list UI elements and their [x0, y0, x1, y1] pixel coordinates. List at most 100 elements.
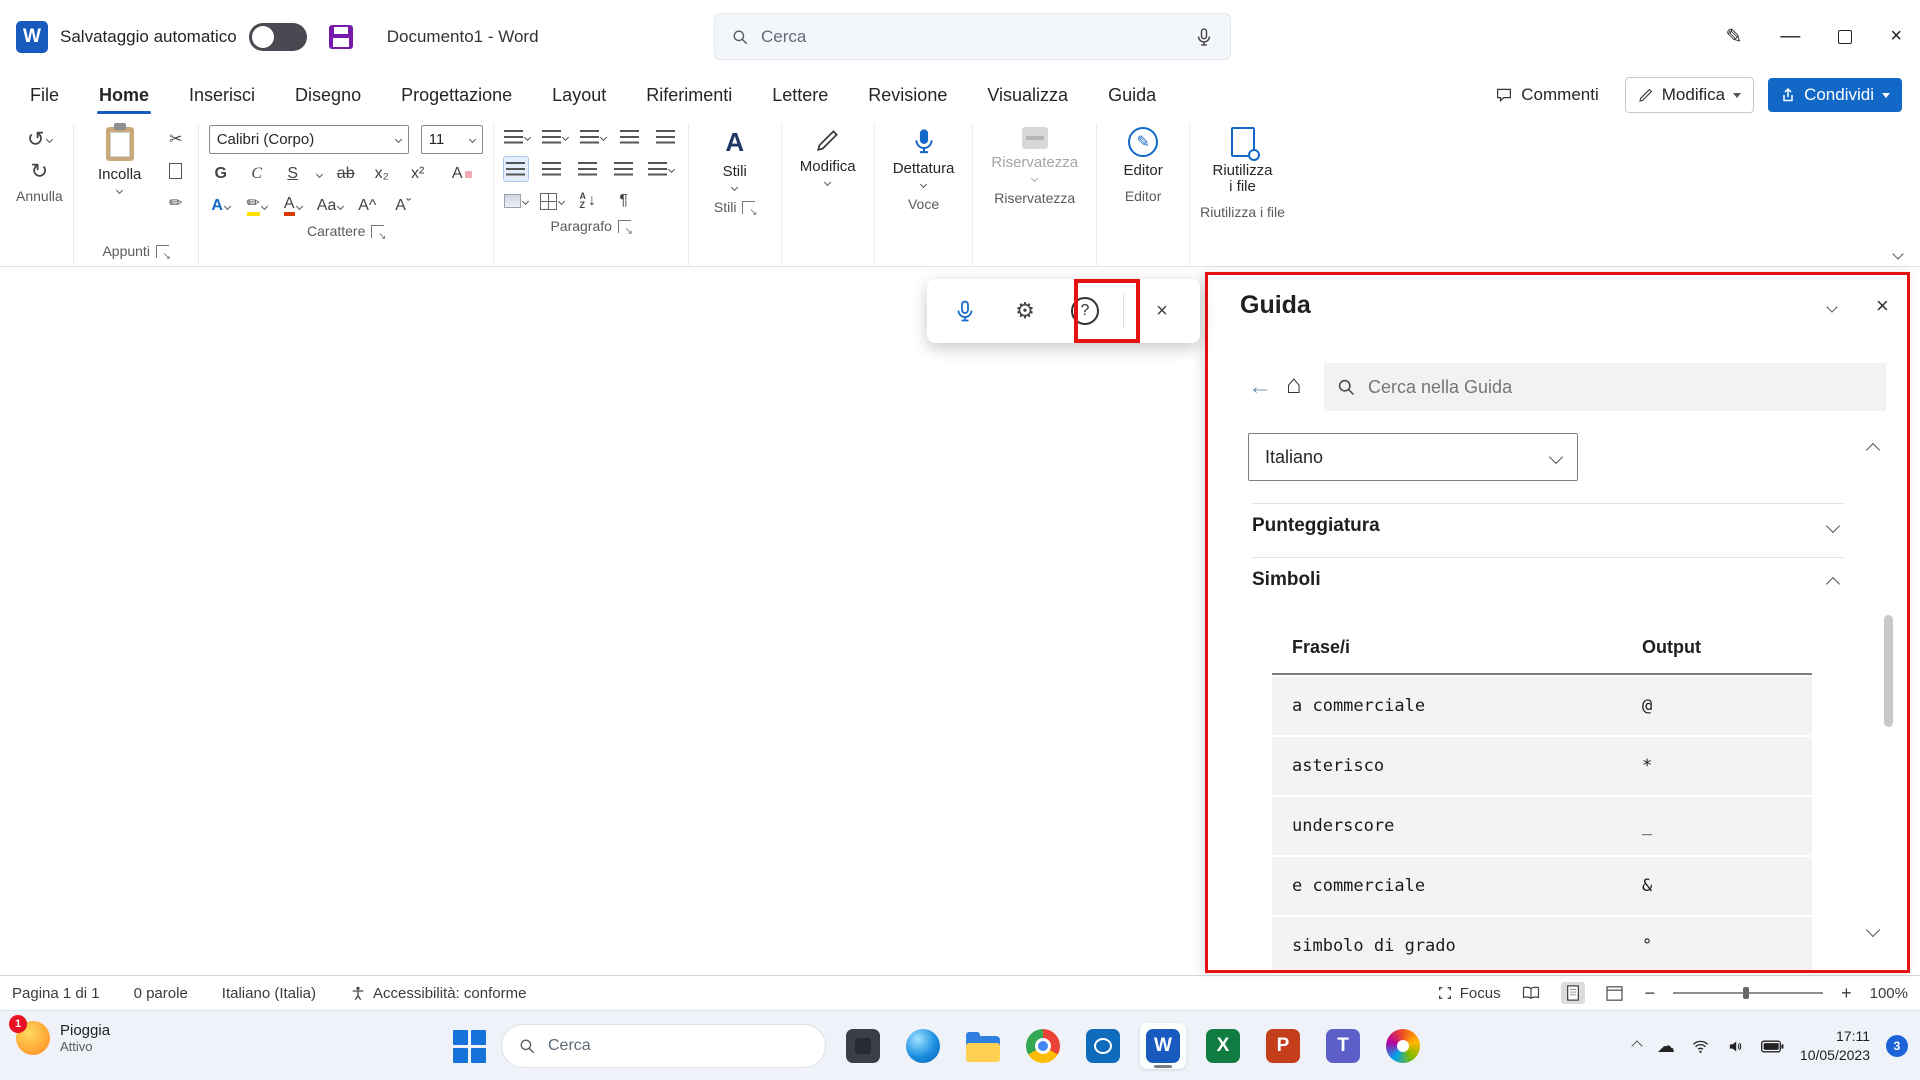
web-layout-button[interactable]	[1603, 982, 1627, 1004]
tab-visualizza[interactable]: Visualizza	[985, 79, 1070, 112]
dictation-help-button[interactable]: ?	[1063, 289, 1107, 333]
tab-inserisci[interactable]: Inserisci	[187, 79, 257, 112]
edge-button[interactable]	[900, 1023, 946, 1069]
chevron-down-icon[interactable]	[316, 170, 323, 177]
word-app-icon[interactable]: W	[16, 21, 48, 53]
underline-button[interactable]: S	[281, 162, 305, 186]
redo-button[interactable]: ↻	[27, 159, 51, 183]
tab-home[interactable]: Home	[97, 79, 151, 112]
dictation-settings-button[interactable]: ⚙	[1003, 289, 1047, 333]
tray-overflow-chevron[interactable]	[1631, 1040, 1642, 1051]
focus-mode-button[interactable]: Focus	[1437, 985, 1501, 1002]
tab-layout[interactable]: Layout	[550, 79, 608, 112]
show-paragraph-marks-button[interactable]: ¶	[612, 189, 636, 213]
read-mode-button[interactable]	[1519, 982, 1543, 1004]
undo-button[interactable]: ↺	[27, 127, 52, 151]
word-button[interactable]: W	[1140, 1023, 1186, 1069]
word-count[interactable]: 0 parole	[134, 985, 188, 1002]
subscript-button[interactable]: x₂	[370, 162, 394, 186]
highlight-button[interactable]: ✏	[245, 194, 269, 218]
chevron-down-icon[interactable]	[1826, 519, 1840, 533]
file-explorer-button[interactable]	[960, 1023, 1006, 1069]
text-effects-button[interactable]: A	[209, 194, 233, 218]
font-name-select[interactable]: Calibri (Corpo)	[209, 125, 409, 154]
app-icon-dark[interactable]	[840, 1023, 886, 1069]
editing-button[interactable]: Modifica	[792, 123, 864, 189]
paste-button[interactable]: Incolla	[84, 123, 156, 197]
page-indicator[interactable]: Pagina 1 di 1	[12, 985, 100, 1002]
clear-formatting-button[interactable]: A	[450, 162, 474, 186]
align-left-button[interactable]	[504, 157, 528, 181]
dictate-button[interactable]: Dettatura	[885, 123, 963, 191]
zoom-slider-thumb[interactable]	[1743, 987, 1749, 999]
change-case-button[interactable]: Aa	[317, 194, 344, 218]
zoom-slider[interactable]	[1673, 992, 1823, 994]
chrome-button[interactable]	[1020, 1023, 1066, 1069]
numbering-button[interactable]	[542, 125, 568, 149]
strikethrough-button[interactable]: ab	[334, 162, 358, 186]
tab-file[interactable]: File	[28, 79, 61, 112]
language-indicator[interactable]: Italiano (Italia)	[222, 985, 316, 1002]
italic-button[interactable]: C	[245, 162, 269, 186]
justify-button[interactable]	[612, 157, 636, 181]
shading-button[interactable]	[504, 189, 528, 213]
title-search-box[interactable]	[714, 13, 1231, 60]
cut-button[interactable]: ✂	[164, 127, 188, 151]
wifi-icon[interactable]	[1691, 1038, 1710, 1055]
align-center-button[interactable]	[540, 157, 564, 181]
dictation-close-button[interactable]: ×	[1140, 289, 1184, 333]
help-search-input[interactable]	[1368, 377, 1874, 398]
dialog-launcher-icon[interactable]	[156, 245, 169, 258]
chevron-down-icon[interactable]	[1826, 301, 1837, 312]
styles-button[interactable]: A Stili	[699, 123, 771, 194]
chevron-up-icon[interactable]	[1826, 577, 1840, 591]
title-search-input[interactable]	[761, 27, 1182, 47]
borders-button[interactable]	[540, 189, 564, 213]
powerpoint-button[interactable]: P	[1260, 1023, 1306, 1069]
tab-revisione[interactable]: Revisione	[866, 79, 949, 112]
format-painter-button[interactable]: ✏	[164, 191, 188, 215]
search-mic-icon[interactable]	[1194, 27, 1214, 47]
tab-disegno[interactable]: Disegno	[293, 79, 363, 112]
onedrive-cloud-icon[interactable]: ☁	[1657, 1036, 1675, 1057]
comments-button[interactable]: Commenti	[1483, 78, 1610, 112]
inking-icon[interactable]: ✎	[1726, 24, 1743, 49]
maximize-button[interactable]	[1838, 30, 1852, 44]
help-close-button[interactable]: ×	[1876, 293, 1889, 319]
scroll-up-icon[interactable]	[1866, 443, 1880, 457]
font-color-button[interactable]: A	[281, 194, 305, 218]
back-arrow-icon[interactable]: ←	[1248, 373, 1272, 401]
multilevel-list-button[interactable]	[580, 125, 606, 149]
close-button[interactable]: ×	[1890, 25, 1902, 48]
share-button[interactable]: Condividi	[1768, 78, 1902, 112]
decrease-indent-button[interactable]	[618, 125, 642, 149]
sort-button[interactable]: AZ↓	[576, 189, 600, 213]
editing-mode-button[interactable]: Modifica	[1625, 77, 1754, 113]
accessibility-status[interactable]: Accessibilità: conforme	[350, 985, 526, 1002]
battery-icon[interactable]	[1761, 1040, 1784, 1053]
dictation-mic-button[interactable]	[943, 289, 987, 333]
section-punteggiatura[interactable]: Punteggiatura	[1252, 515, 1380, 537]
superscript-button[interactable]: x²	[406, 162, 430, 186]
bold-button[interactable]: G	[209, 162, 233, 186]
zoom-level[interactable]: 100%	[1870, 985, 1908, 1002]
scrollbar-thumb[interactable]	[1884, 615, 1893, 727]
section-simboli[interactable]: Simboli	[1252, 569, 1321, 591]
taskbar-search-box[interactable]	[501, 1024, 826, 1068]
dialog-launcher-icon[interactable]	[371, 225, 384, 238]
shrink-font-button[interactable]: Aˇ	[391, 194, 415, 218]
volume-icon[interactable]	[1726, 1038, 1745, 1055]
tab-guida[interactable]: Guida	[1106, 79, 1158, 112]
language-dropdown[interactable]: Italiano	[1248, 433, 1578, 481]
paint-button[interactable]	[1380, 1023, 1426, 1069]
widgets-weather-button[interactable]: 1 Pioggia Attivo	[16, 1021, 110, 1055]
sensitivity-button[interactable]: Riservatezza	[983, 123, 1086, 185]
taskbar-search-input[interactable]	[548, 1037, 809, 1055]
copy-button[interactable]	[164, 159, 188, 183]
tab-lettere[interactable]: Lettere	[770, 79, 830, 112]
font-size-select[interactable]: 11	[421, 125, 483, 154]
zoom-out-button[interactable]: −	[1645, 983, 1656, 1004]
notification-center-badge[interactable]: 3	[1886, 1035, 1908, 1057]
tab-riferimenti[interactable]: Riferimenti	[644, 79, 734, 112]
start-button[interactable]	[451, 1028, 487, 1064]
